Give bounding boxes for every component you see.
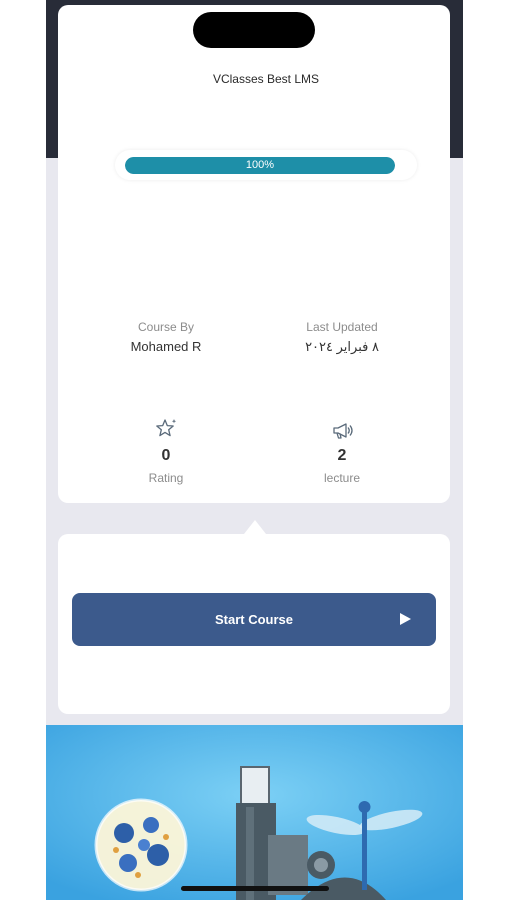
progress-label: 100% (245, 159, 275, 171)
rating-label: Rating (148, 471, 184, 485)
card-pointer (244, 520, 266, 534)
home-indicator (181, 886, 329, 891)
app-title: VClasses Best LMS (212, 72, 320, 86)
play-icon (400, 613, 411, 625)
start-course-button[interactable]: Start Course (72, 593, 436, 646)
last-updated-value: ٨ فبراير ٢٠٢٤ (305, 339, 379, 354)
phone-screen: VClasses Best LMS 100% Course By Mohamed… (46, 0, 463, 900)
course-info-card: VClasses Best LMS 100% Course By Mohamed… (58, 5, 450, 503)
course-illustration (46, 725, 463, 900)
megaphone-icon (333, 423, 353, 439)
course-by-label: Course By (137, 320, 195, 334)
dynamic-island (193, 12, 315, 48)
star-icon (156, 419, 177, 437)
lecture-count: 2 (337, 447, 347, 464)
course-by-value: Mohamed R (130, 339, 202, 354)
progress-bar: 100% (115, 150, 417, 180)
progress-track: 100% (125, 157, 395, 174)
lecture-label: lecture (323, 471, 361, 485)
last-updated-label: Last Updated (306, 320, 378, 334)
start-course-label: Start Course (214, 612, 294, 627)
cell-graphic (94, 798, 188, 892)
rating-value: 0 (161, 447, 171, 464)
